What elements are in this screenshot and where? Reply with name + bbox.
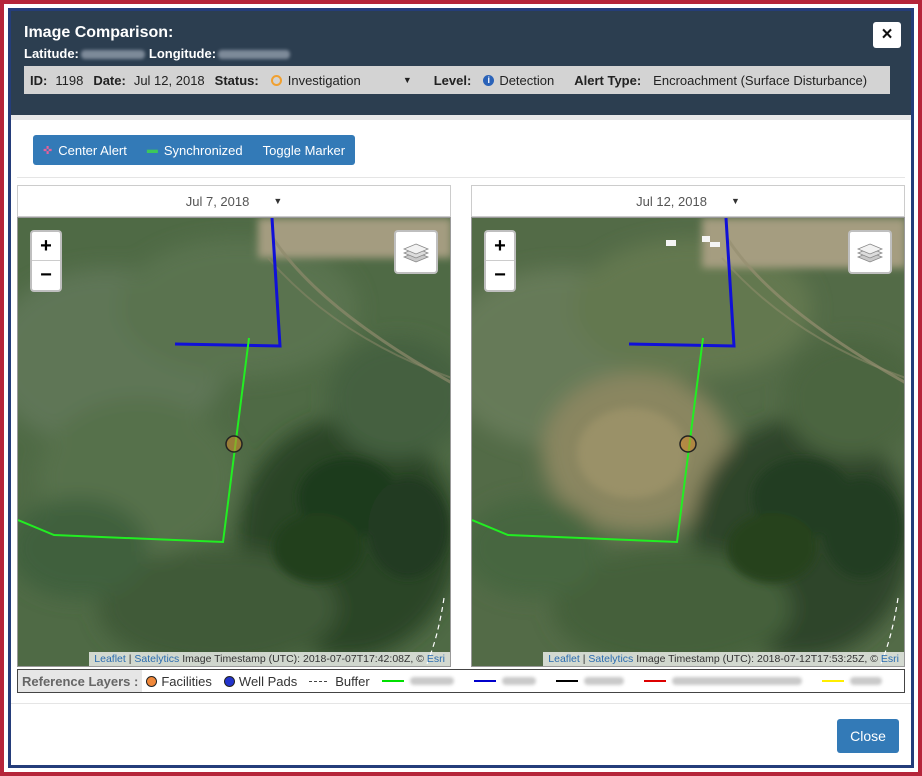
satelytics-link[interactable]: Satelytics [134, 653, 179, 665]
satelytics-link[interactable]: Satelytics [588, 653, 633, 665]
zoom-control: + − [484, 230, 516, 292]
line-swatch-icon [473, 680, 496, 682]
zoom-control: + − [30, 230, 62, 292]
leaflet-link[interactable]: Leaflet [94, 653, 126, 665]
status-label: Status: [214, 72, 259, 88]
legend-buffer: Buffer [309, 673, 370, 689]
well-pads-label: Well Pads [238, 673, 298, 689]
map-panel-after: Jul 12, 2018 ▼ + − Leaflet | Satelytics … [471, 185, 905, 667]
date-label: Date: [93, 72, 126, 88]
synchronized-button[interactable]: ▬ Synchronized [127, 135, 243, 165]
zoom-out-button[interactable]: − [486, 261, 514, 290]
zoom-out-button[interactable]: − [32, 261, 60, 290]
line-swatch-icon [643, 680, 666, 682]
status-value: Investigation [287, 72, 361, 88]
level-value: Detection [499, 72, 555, 88]
facilities-label: Facilities [161, 673, 212, 689]
latitude-label: Latitude: [24, 46, 79, 61]
date-value: Jul 7, 2018 [185, 193, 250, 209]
alert-type-label: Alert Type: [574, 72, 642, 88]
coordinates: Latitude: Longitude: [24, 46, 294, 61]
toggle-marker-button[interactable]: Toggle Marker [243, 135, 345, 165]
image-timestamp: Image Timestamp (UTC): 2018-07-12T17:53:… [633, 653, 881, 665]
longitude-value-redacted [218, 50, 291, 60]
header-divider [11, 115, 911, 120]
layer-name-redacted [583, 677, 624, 685]
date-value: Jul 12, 2018 [133, 72, 205, 88]
modal-header: Image Comparison: Latitude: Longitude: × … [11, 11, 911, 115]
facilities-dot-icon [146, 675, 158, 687]
line-swatch-icon [555, 680, 578, 682]
modal-title: Image Comparison: [24, 24, 174, 41]
alert-info-bar: ID: 1198 Date: Jul 12, 2018 Status: Inve… [24, 66, 890, 94]
esri-link[interactable]: Esri [881, 653, 899, 665]
legend-facilities: Facilities [146, 674, 212, 689]
buffer-dash-icon [309, 680, 328, 682]
map-attribution: Leaflet | Satelytics Image Timestamp (UT… [543, 652, 904, 666]
satellite-imagery [18, 218, 450, 666]
modal-dialog: Image Comparison: Latitude: Longitude: × … [8, 8, 914, 768]
caret-down-icon: ▼ [730, 196, 740, 206]
level-label: Level: [433, 72, 472, 88]
reference-layers-legend: Reference Layers : Facilities Well Pads … [17, 669, 905, 693]
crosshair-icon: ✜ [43, 144, 53, 157]
date-dropdown-after[interactable]: Jul 12, 2018 ▼ [471, 185, 905, 217]
image-timestamp: Image Timestamp (UTC): 2018-07-07T17:42:… [179, 653, 427, 665]
layer-name-redacted [409, 677, 454, 685]
toolbar-divider [17, 177, 905, 178]
toggle-marker-label: Toggle Marker [262, 142, 346, 158]
legend-pipeline-2 [473, 677, 544, 685]
layers-icon[interactable] [848, 230, 892, 274]
map-panel-before: Jul 7, 2018 ▼ + − Leaflet | Satelytics I… [17, 185, 451, 667]
zoom-in-button[interactable]: + [486, 232, 514, 261]
legend-pipeline-1 [381, 677, 462, 685]
latitude-value-redacted [80, 50, 145, 60]
center-alert-label: Center Alert [58, 142, 127, 158]
info-icon: i [483, 74, 495, 86]
map-view-before[interactable]: + − Leaflet | Satelytics Image Timestamp… [17, 217, 451, 667]
center-alert-button[interactable]: ✜ Center Alert [33, 135, 127, 165]
status-dropdown[interactable]: Investigation ▼ [288, 73, 412, 88]
id-label: ID: [30, 72, 48, 88]
layer-name-redacted [501, 677, 536, 685]
zoom-in-button[interactable]: + [32, 232, 60, 261]
buffer-label: Buffer [335, 673, 370, 689]
caret-down-icon: ▼ [273, 196, 283, 206]
legend-pipeline-4 [643, 677, 810, 685]
line-swatch-icon [381, 680, 404, 682]
layers-icon[interactable] [394, 230, 438, 274]
reference-layers-title: Reference Layers : [18, 670, 143, 692]
close-icon[interactable]: × [873, 22, 901, 48]
layer-name-redacted [849, 677, 882, 685]
legend-well-pads: Well Pads [223, 673, 298, 689]
esri-link[interactable]: Esri [427, 653, 445, 665]
caret-down-icon: ▼ [402, 75, 412, 85]
close-button[interactable]: Close [837, 719, 899, 753]
footer-divider [11, 703, 911, 704]
date-dropdown-before[interactable]: Jul 7, 2018 ▼ [17, 185, 451, 217]
date-value: Jul 12, 2018 [636, 193, 707, 209]
alert-type-value: Encroachment (Surface Disturbance) [653, 72, 868, 88]
legend-pipeline-3 [555, 677, 632, 685]
map-view-after[interactable]: + − Leaflet | Satelytics Image Timestamp… [471, 217, 905, 667]
well-pads-dot-icon [223, 675, 235, 687]
line-swatch-icon [821, 680, 844, 682]
legend-pipeline-5 [821, 677, 890, 685]
modal-frame: Image Comparison: Latitude: Longitude: × … [0, 0, 922, 776]
link-icon: ▬ [146, 144, 158, 156]
id-value: 1198 [55, 72, 84, 88]
satellite-imagery [472, 218, 904, 666]
leaflet-link[interactable]: Leaflet [548, 653, 580, 665]
status-circle-icon [270, 74, 282, 86]
map-attribution: Leaflet | Satelytics Image Timestamp (UT… [89, 652, 450, 666]
longitude-label: Longitude: [148, 46, 217, 61]
synchronized-label: Synchronized [163, 142, 243, 158]
layer-name-redacted [671, 677, 802, 685]
map-toolbar: ✜ Center Alert ▬ Synchronized Toggle Mar… [33, 135, 355, 165]
